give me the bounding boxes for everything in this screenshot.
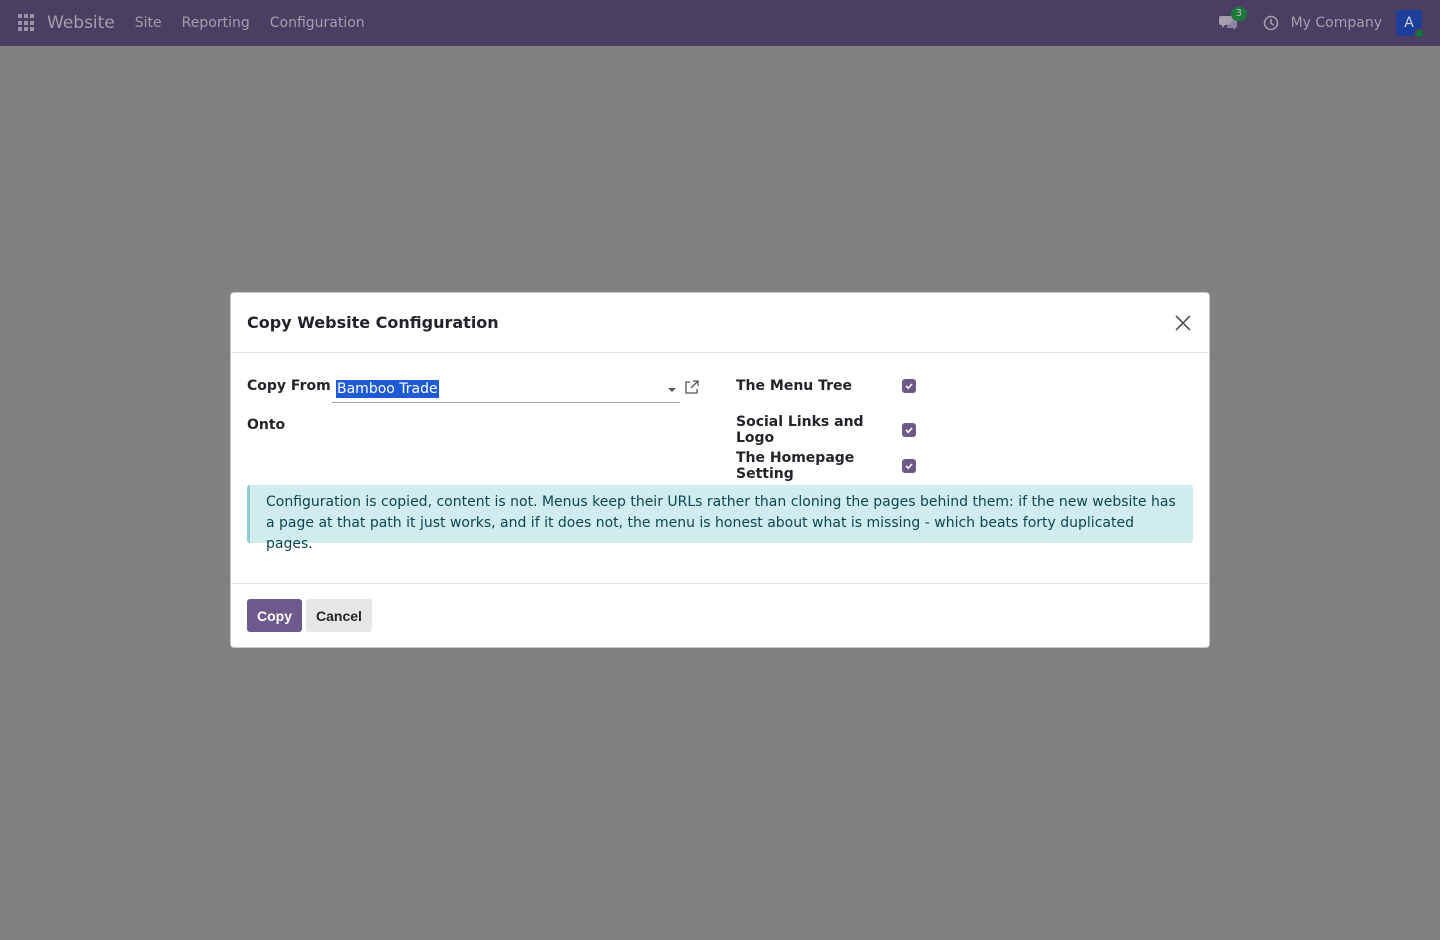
option-label: The Menu Tree [736, 378, 853, 394]
copy-from-value[interactable]: Bamboo Trade [336, 380, 439, 398]
menu-item-configuration[interactable]: Configuration [260, 15, 375, 31]
app-brand[interactable]: Website [47, 13, 115, 33]
dialog-title: Copy Website Configuration [247, 313, 499, 332]
menu-item-site[interactable]: Site [125, 15, 172, 31]
cancel-button[interactable]: Cancel [306, 599, 372, 632]
company-switcher[interactable]: My Company [1291, 15, 1382, 31]
option-label: The Homepage Setting [736, 450, 855, 482]
info-alert: Configuration is copied, content is not.… [247, 485, 1193, 552]
copy-from-select[interactable]: Bamboo Trade [332, 377, 680, 403]
activity-clock-icon[interactable] [1263, 15, 1279, 31]
chevron-down-icon[interactable] [668, 388, 676, 392]
copy-config-dialog: Copy Website Configuration Copy From Bam… [230, 292, 1210, 648]
copy-button[interactable]: Copy [247, 599, 302, 632]
dialog-footer: Copy Cancel [231, 583, 1209, 647]
navbar-systray: 3 My Company A [1218, 7, 1440, 39]
chat-icon[interactable]: 3 [1218, 7, 1247, 33]
chat-count-badge: 3 [1230, 7, 1247, 21]
option-social-links: Social Links and Logo [736, 414, 916, 446]
top-navbar: Website Site Reporting Configuration 3 M… [0, 0, 1440, 46]
close-icon[interactable] [1173, 313, 1193, 333]
option-menu-tree: The Menu Tree [736, 378, 916, 394]
social-links-checkbox[interactable] [902, 423, 916, 437]
option-homepage-setting: The Homepage Setting [736, 450, 916, 482]
avatar-letter: A [1404, 15, 1414, 31]
external-link-icon[interactable] [684, 379, 700, 395]
dialog-header: Copy Website Configuration [231, 293, 1209, 353]
homepage-setting-checkbox[interactable] [902, 459, 916, 473]
option-label: Social Links and Logo [736, 414, 864, 446]
apps-grid-icon[interactable] [18, 14, 36, 32]
main-menu: Site Reporting Configuration [125, 15, 375, 31]
dialog-body: Copy From Bamboo Trade Onto The Menu Tre… [231, 353, 1209, 583]
menu-item-reporting[interactable]: Reporting [172, 15, 260, 31]
copy-from-label: Copy From [247, 378, 331, 394]
menu-tree-checkbox[interactable] [902, 379, 916, 393]
onto-label: Onto [247, 417, 286, 433]
online-status-dot [1414, 28, 1425, 39]
user-avatar[interactable]: A [1396, 10, 1425, 39]
